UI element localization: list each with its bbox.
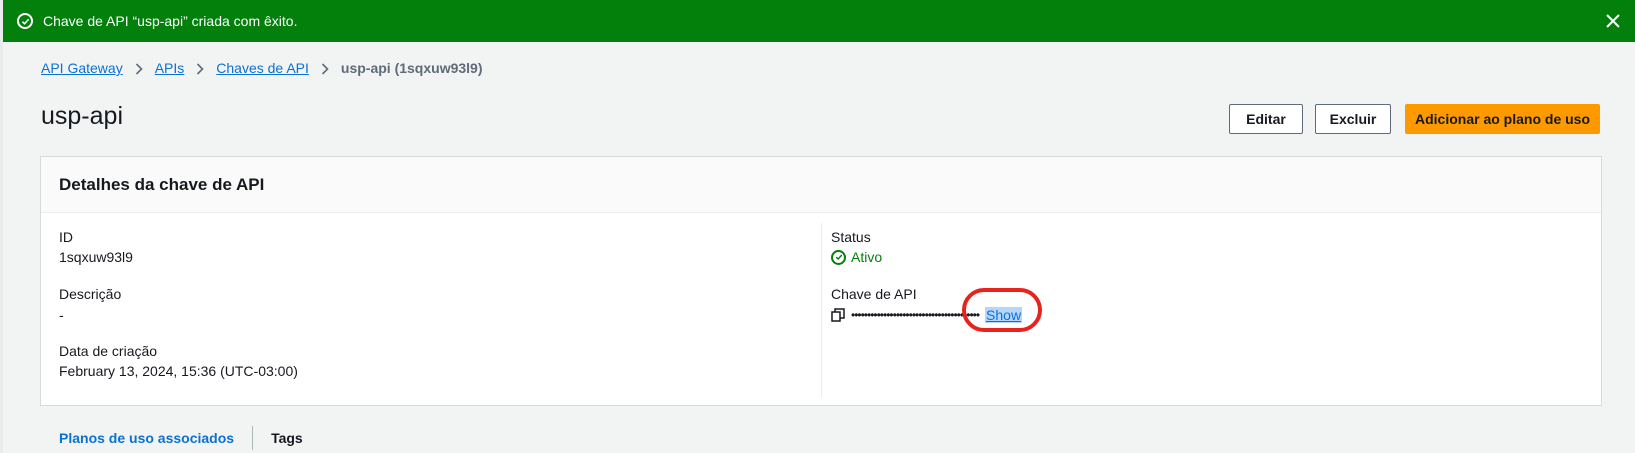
success-flashbar: Chave de API “usp-api” criada com êxito. bbox=[3, 0, 1635, 42]
copy-icon[interactable] bbox=[831, 308, 845, 322]
status-value: Ativo bbox=[851, 249, 883, 265]
creation-date-value: February 13, 2024, 15:36 (UTC-03:00) bbox=[59, 363, 298, 379]
description-label: Descrição bbox=[59, 286, 122, 302]
show-api-key-link[interactable]: Show bbox=[985, 307, 1023, 323]
breadcrumb-apis[interactable]: APIs bbox=[155, 60, 185, 76]
creation-date-label: Data de criação bbox=[59, 343, 158, 359]
id-label: ID bbox=[59, 229, 73, 245]
id-value: 1sqxuw93l9 bbox=[59, 249, 133, 265]
flash-message: Chave de API “usp-api” criada com êxito. bbox=[43, 13, 298, 29]
tab-associated-usage-plans[interactable]: Planos de uso associados bbox=[41, 430, 252, 453]
tab-tags[interactable]: Tags bbox=[253, 430, 321, 453]
description-value: - bbox=[59, 307, 64, 323]
panel-heading: Detalhes da chave de API bbox=[41, 157, 1601, 213]
api-key-label: Chave de API bbox=[831, 286, 917, 302]
delete-button[interactable]: Excluir bbox=[1315, 104, 1391, 134]
status-badge: Ativo bbox=[831, 249, 882, 265]
breadcrumb: API Gateway APIs Chaves de API usp-api (… bbox=[41, 60, 483, 76]
status-check-icon bbox=[831, 249, 846, 265]
tabs-bar: Planos de uso associados Tags bbox=[41, 426, 321, 453]
api-key-masked-value: •••••••••••••••••••••••••••••••••••••••• bbox=[851, 308, 980, 322]
success-check-icon bbox=[17, 13, 33, 29]
breadcrumb-current: usp-api (1sqxuw93l9) bbox=[340, 60, 483, 76]
edit-button[interactable]: Editar bbox=[1229, 104, 1303, 134]
breadcrumb-api-gateway[interactable]: API Gateway bbox=[41, 60, 123, 76]
chevron-right-icon bbox=[135, 62, 143, 75]
add-to-usage-plan-button[interactable]: Adicionar ao plano de uso bbox=[1405, 104, 1600, 134]
page-frame: Chave de API “usp-api” criada com êxito.… bbox=[0, 0, 1635, 453]
api-key-row: ••••••••••••••••••••••••••••••••••••••••… bbox=[831, 288, 1043, 332]
chevron-right-icon bbox=[196, 62, 204, 75]
breadcrumb-api-keys[interactable]: Chaves de API bbox=[216, 60, 309, 76]
api-key-details-panel: Detalhes da chave de API ID 1sqxuw93l9 D… bbox=[40, 156, 1602, 406]
close-icon[interactable] bbox=[1604, 12, 1622, 30]
chevron-right-icon bbox=[321, 62, 329, 75]
status-label: Status bbox=[831, 229, 871, 245]
page-title: usp-api bbox=[41, 102, 123, 130]
column-divider bbox=[821, 223, 822, 397]
